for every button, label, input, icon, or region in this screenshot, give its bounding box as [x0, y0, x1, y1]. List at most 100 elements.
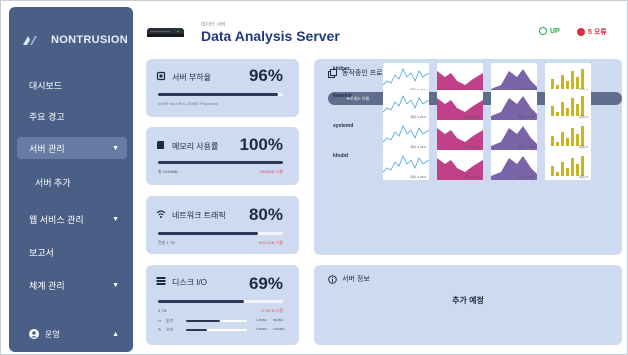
disk-label: 디스크 I/O — [172, 278, 207, 287]
network-bar — [158, 232, 283, 235]
cpu-icon — [156, 71, 166, 81]
page-title: Data Analysis Server — [201, 28, 340, 44]
process-count-sparkline[interactable]: 최대: 5 — [545, 150, 591, 180]
read-rate-a: 1.2MB/s — [256, 318, 268, 322]
process-disk-sparkline[interactable]: 최대: 4.1MB — [491, 120, 537, 150]
process-count-sparkline[interactable]: 최대: 5 — [545, 90, 591, 120]
process-disk-sparkline[interactable]: 최대: 4.1MB — [491, 90, 537, 120]
process-max-label: 최대: 96.2% — [464, 145, 480, 149]
disk-bar — [158, 300, 283, 303]
disk-value: 69% — [248, 274, 283, 293]
memory-bar — [158, 161, 283, 164]
cpu-load-bar — [158, 93, 283, 96]
process-max-label: 최대: 5 — [579, 175, 588, 179]
status-error-badge[interactable]: 5 오류 — [577, 27, 607, 37]
process-name[interactable]: kitdper — [333, 66, 350, 72]
power-icon — [539, 27, 547, 35]
memory-bar-fill — [158, 161, 283, 164]
read-label: 읽기 — [166, 318, 174, 323]
sidebar-item-web-service[interactable]: 웹 서비스 관리 ▼ — [17, 208, 127, 230]
cpu-load-value: 96% — [248, 66, 283, 85]
process-max-label: 최대: 96.2% — [464, 175, 480, 179]
process-memory-sparkline[interactable]: 최대: 96.2% — [437, 150, 483, 180]
disk-total: 4 TB — [158, 308, 167, 313]
process-panel: 동작중인 프로세스 프로세스 이름 CPU Memory Disk I/O 프로… — [314, 59, 622, 255]
memory-card: 메모리 사용률 100% 총 2048MB 2048MB 사용 — [146, 127, 299, 185]
brand-logo-icon — [23, 36, 37, 45]
network-label: 네트워크 트래픽 — [172, 211, 226, 220]
server-rack-icon — [147, 28, 184, 37]
sidebar-item-dashboard[interactable]: 대시보드 — [17, 74, 127, 96]
read-bar-fill — [186, 320, 220, 322]
status-error-label: 5 오류 — [588, 29, 607, 36]
write-rate-a: 0.6MB/s — [256, 327, 268, 331]
process-max-label: 최대: 5 — [579, 145, 588, 149]
sidebar-item-system-management[interactable]: 체계 관리 ▼ — [17, 274, 127, 296]
sidebar-item-server-management[interactable]: 서버 관리 ▼ — [17, 137, 127, 159]
sidebar-item-label: 서버 관리 — [29, 143, 65, 154]
cpu-load-bar-fill — [158, 93, 278, 96]
process-name[interactable]: systemd — [333, 123, 353, 129]
server-info-header: 서버 정보 — [328, 274, 370, 284]
status-up-label: UP — [550, 27, 560, 35]
process-count-sparkline[interactable]: 최대: 5 — [545, 63, 591, 93]
process-disk-sparkline[interactable]: 최대: 4.1MB — [491, 150, 537, 180]
process-disk-sparkline[interactable]: 최대: 4.1MB — [491, 63, 537, 93]
disk-used: 2.76TB 사용 — [261, 308, 283, 313]
write-icon: ✎ — [158, 327, 162, 332]
sidebar-item-alerts[interactable]: 주요 경고 — [17, 105, 127, 127]
sidebar-item-add-server[interactable]: 서버 추가 — [17, 171, 127, 193]
network-value: 80% — [248, 205, 283, 224]
disk-card: 디스크 I/O 69% 4 TB 2.76TB 사용 ⇨ 읽기 1.2MB/s … — [146, 265, 299, 345]
sidebar-item-reports[interactable]: 보고서 — [17, 241, 127, 263]
user-menu[interactable]: 운영 ▲ — [17, 323, 127, 345]
write-bar — [186, 329, 247, 331]
brand-name: NONTRUSION — [51, 34, 128, 46]
process-count-sparkline[interactable]: 최대: 5 — [545, 120, 591, 150]
process-max-label: 최대: 3.24% — [410, 145, 426, 149]
process-memory-sparkline[interactable]: 최대: 96.2% — [437, 90, 483, 120]
process-cpu-sparkline[interactable]: 최대: 3.24% — [383, 63, 429, 93]
server-info-text: 추가 예정 — [452, 296, 484, 305]
process-name[interactable]: kworker — [333, 93, 352, 99]
write-label: 쓰기 — [166, 327, 174, 332]
status-up-badge[interactable]: UP — [539, 27, 560, 35]
page-subtitle: 데이터 서버 — [201, 22, 226, 28]
server-info-panel: 서버 정보 추가 예정 — [314, 265, 622, 345]
user-name: 운영 — [45, 329, 60, 339]
memory-total: 총 2048MB — [158, 169, 178, 174]
wifi-icon — [156, 210, 166, 218]
process-max-label: 최대: 4.1MB — [518, 115, 534, 119]
read-icon: ⇨ — [158, 318, 162, 323]
network-total: 전송 1 TB — [158, 240, 175, 245]
chevron-down-icon: ▼ — [112, 144, 119, 152]
process-memory-sparkline[interactable]: 최대: 96.2% — [437, 120, 483, 150]
process-max-label: 최대: 96.2% — [464, 115, 480, 119]
chevron-up-icon: ▲ — [112, 330, 119, 338]
process-cpu-sparkline[interactable]: 최대: 3.24% — [383, 120, 429, 150]
error-icon — [577, 28, 585, 36]
user-avatar-icon — [29, 329, 39, 339]
sidebar: NONTRUSION 대시보드 주요 경고 서버 관리 ▼ 서버 추가 웹 서비… — [9, 7, 133, 352]
cpu-model: Intel® Xeon® E-2386G Processor — [158, 101, 219, 106]
process-name[interactable]: khubd — [333, 153, 348, 159]
brand[interactable]: NONTRUSION — [21, 33, 128, 47]
network-bar-fill — [158, 232, 258, 235]
process-max-label: 최대: 4.1MB — [518, 145, 534, 149]
network-used: 876.2GB 사용 — [258, 240, 283, 245]
memory-used: 2048MB 사용 — [259, 169, 283, 174]
info-icon — [328, 274, 337, 284]
process-max-label: 최대: 3.24% — [410, 175, 426, 179]
app-window: NONTRUSION 대시보드 주요 경고 서버 관리 ▼ 서버 추가 웹 서비… — [0, 0, 628, 355]
sidebar-item-label: 대시보드 — [29, 80, 63, 91]
network-card: 네트워크 트래픽 80% 전송 1 TB 876.2GB 사용 — [146, 196, 299, 254]
memory-value: 100% — [239, 135, 283, 154]
process-cpu-sparkline[interactable]: 최대: 3.24% — [383, 150, 429, 180]
process-memory-sparkline[interactable]: 최대: 96.2% — [437, 63, 483, 93]
read-bar — [186, 320, 247, 322]
cpu-load-card: 서버 부하율 96% Intel® Xeon® E-2386G Processo… — [146, 59, 299, 117]
memory-label: 메모리 사용률 — [172, 142, 219, 151]
process-cpu-sparkline[interactable]: 최대: 3.24% — [383, 90, 429, 120]
write-rate-b: 120MB/s — [273, 327, 285, 331]
disk-bar-fill — [158, 300, 245, 303]
